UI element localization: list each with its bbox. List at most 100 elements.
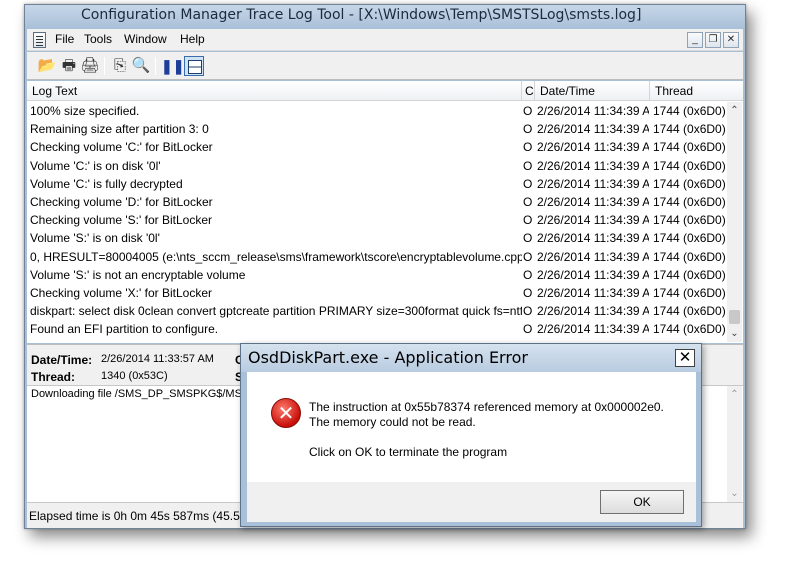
log-row-text: 0, HRESULT=80004005 (e:\nts_sccm_release… [30,249,522,264]
application-error-dialog: OsdDiskPart.exe - Application Error ✕ ✕ … [240,343,702,527]
log-row-component: O [523,267,533,282]
error-icon: ✕ [271,398,301,428]
log-row-datetime: 2/26/2014 11:34:39 AM [537,213,649,228]
menu-window[interactable]: Window [124,32,167,46]
log-row-component: O [523,194,533,209]
detail-thread-label: Thread: [31,370,76,384]
log-row-component: O [523,104,533,118]
log-row-thread: 1744 (0x6D0) [653,104,725,118]
log-row-text: Checking volume 'C:' for BitLocker [30,140,213,155]
scroll-down-icon[interactable]: ⌄ [727,326,742,341]
log-row-text: Volume 'C:' is fully decrypted [30,176,183,191]
log-row[interactable]: Volume 'C:' is fully decrypted O 2/26/2014… [27,175,727,193]
log-row[interactable]: 100% size specified. O 2/26/2014 11:34:39 … [27,102,727,120]
copy-icon[interactable]: ⎘ [110,56,130,76]
log-row[interactable]: Volume 'C:' is on disk '0l' O 2/26/2014 11… [27,157,727,175]
log-row-datetime: 2/26/2014 11:34:39 AM [537,194,649,209]
log-row-text: Checking volume 'X:' for BitLocker [30,285,212,300]
log-row-thread: 1744 (0x6D0) [653,213,725,228]
log-row-datetime: 2/26/2014 11:34:39 AM [537,104,649,118]
print-preview-icon[interactable]: 🖶 [59,56,79,76]
window-titlebar[interactable]: Configuration Manager Trace Log Tool - [… [25,5,745,29]
dialog-body: ✕ The instruction at 0x55b78374 referenc… [247,372,696,482]
log-row-thread: 1744 (0x6D0) [653,231,725,246]
log-row[interactable]: Checking volume 'C:' for BitLocker O 2/26/… [27,138,727,156]
log-row-thread: 1744 (0x6D0) [653,122,725,137]
log-rows: 100% size specified. O 2/26/2014 11:34:39 … [27,102,727,338]
log-row-text: Found an EFI partition to configure. [30,322,219,337]
status-bar-elapsed: Elapsed time is 0h 0m 45s 587ms (45.587 … [29,509,270,523]
log-row[interactable]: Checking volume 'X:' for BitLocker O 2/26/… [27,284,727,302]
log-row[interactable]: Volume 'S:' is on disk '0l' O 2/26/2014 11… [27,229,727,247]
column-header-log-text[interactable]: Log Text [27,81,521,101]
log-row-thread: 1744 (0x6D0) [653,249,725,264]
log-row[interactable]: Volume 'S:' is not an encryptable volume… [27,266,727,284]
column-header-thread[interactable]: Thread [649,81,743,101]
detail-vertical-scrollbar[interactable]: ⌃ ⌄ [727,386,742,502]
log-row-datetime: 2/26/2014 11:34:39 AM [537,249,649,264]
pause-icon[interactable]: ❚❚ [161,56,184,76]
log-row-text: Volume 'S:' is not an encryptable volume [30,267,246,282]
log-row-datetime: 2/26/2014 11:34:39 AM [537,122,649,137]
menu-tools[interactable]: Tools [84,32,112,46]
log-row-thread: 1744 (0x6D0) [653,322,725,337]
log-row-component: O [523,231,533,246]
log-row-thread: 1744 (0x6D0) [653,285,725,300]
dialog-button-bar: OK [247,482,696,522]
log-row-thread: 1744 (0x6D0) [653,267,725,282]
log-row[interactable]: Remaining size after partition 3: 0 O 2/26… [27,120,727,138]
log-row[interactable]: Checking volume 'S:' for BitLocker O 2/26/… [27,211,727,229]
log-row-component: O [523,122,533,137]
mdi-close-button[interactable]: ✕ [723,32,739,48]
menu-bar: File Tools Window Help _ ❐ ✕ [27,29,743,51]
log-row-component: O [523,304,533,319]
log-row[interactable]: Found an EFI partition to configure. O 2/2… [27,320,727,338]
log-row-text: Remaining size after partition 3: 0 [30,122,209,137]
log-list[interactable]: Log Text C Date/Time Thread 100% size sp… [27,81,743,343]
column-header-date-time[interactable]: Date/Time [534,81,649,101]
log-row-datetime: 2/26/2014 11:34:39 AM [537,267,649,282]
log-row-datetime: 2/26/2014 11:34:39 AM [537,140,649,155]
log-row-datetime: 2/26/2014 11:34:39 AM [537,231,649,246]
scroll-thumb[interactable] [729,310,740,324]
log-row-thread: 1744 (0x6D0) [653,176,725,191]
scroll-up-icon[interactable]: ⌃ [727,103,742,118]
open-folder-icon[interactable]: 📂 [37,56,57,76]
dialog-error-message: The instruction at 0x55b78374 referenced… [309,400,664,429]
log-row-thread: 1744 (0x6D0) [653,158,725,173]
mdi-minimize-button[interactable]: _ [687,32,703,48]
mdi-restore-button[interactable]: ❐ [705,32,721,48]
menu-help[interactable]: Help [180,32,205,46]
log-row-component: O [523,158,533,173]
log-row-text: Checking volume 'D:' for BitLocker [30,194,213,209]
scroll-up-icon[interactable]: ⌃ [727,387,742,402]
app-document-icon[interactable] [33,32,46,48]
log-row-thread: 1744 (0x6D0) [653,194,725,209]
detail-datetime-label: Date/Time: [31,353,93,367]
log-row-datetime: 2/26/2014 11:34:39 AM [537,322,649,337]
log-row-datetime: 2/26/2014 11:34:39 AM [537,304,649,319]
log-row-datetime: 2/26/2014 11:34:39 AM [537,285,649,300]
log-row-component: O [523,140,533,155]
ok-button[interactable]: OK [600,490,684,514]
detail-datetime-value: 2/26/2014 11:33:57 AM [101,353,214,365]
print-icon[interactable]: 🖨 [80,56,100,76]
log-row-datetime: 2/26/2014 11:34:39 AM [537,158,649,173]
log-row-component: O [523,322,533,337]
log-row[interactable]: diskpart: select disk 0clean convert gpt… [27,302,727,320]
dialog-instruction: Click on OK to terminate the program [309,445,508,459]
dialog-titlebar[interactable]: OsdDiskPart.exe - Application Error ✕ [241,344,701,372]
log-vertical-scrollbar[interactable]: ⌃ ⌄ [727,102,742,342]
column-header-component[interactable]: C [521,81,534,101]
dialog-title: OsdDiskPart.exe - Application Error [248,348,528,367]
dialog-close-button[interactable]: ✕ [675,349,695,367]
log-row-text: Checking volume 'S:' for BitLocker [30,213,212,228]
scroll-down-icon[interactable]: ⌄ [727,486,742,501]
toolbar-separator [155,57,156,75]
log-row[interactable]: Checking volume 'D:' for BitLocker O 2/26/… [27,193,727,211]
menu-file[interactable]: File [55,32,74,46]
log-row-datetime: 2/26/2014 11:34:39 AM [537,176,649,191]
log-row[interactable]: 0, HRESULT=80004005 (e:\nts_sccm_release… [27,248,727,266]
find-icon[interactable]: 🔍 [131,56,151,76]
highlight-icon[interactable] [184,56,204,76]
